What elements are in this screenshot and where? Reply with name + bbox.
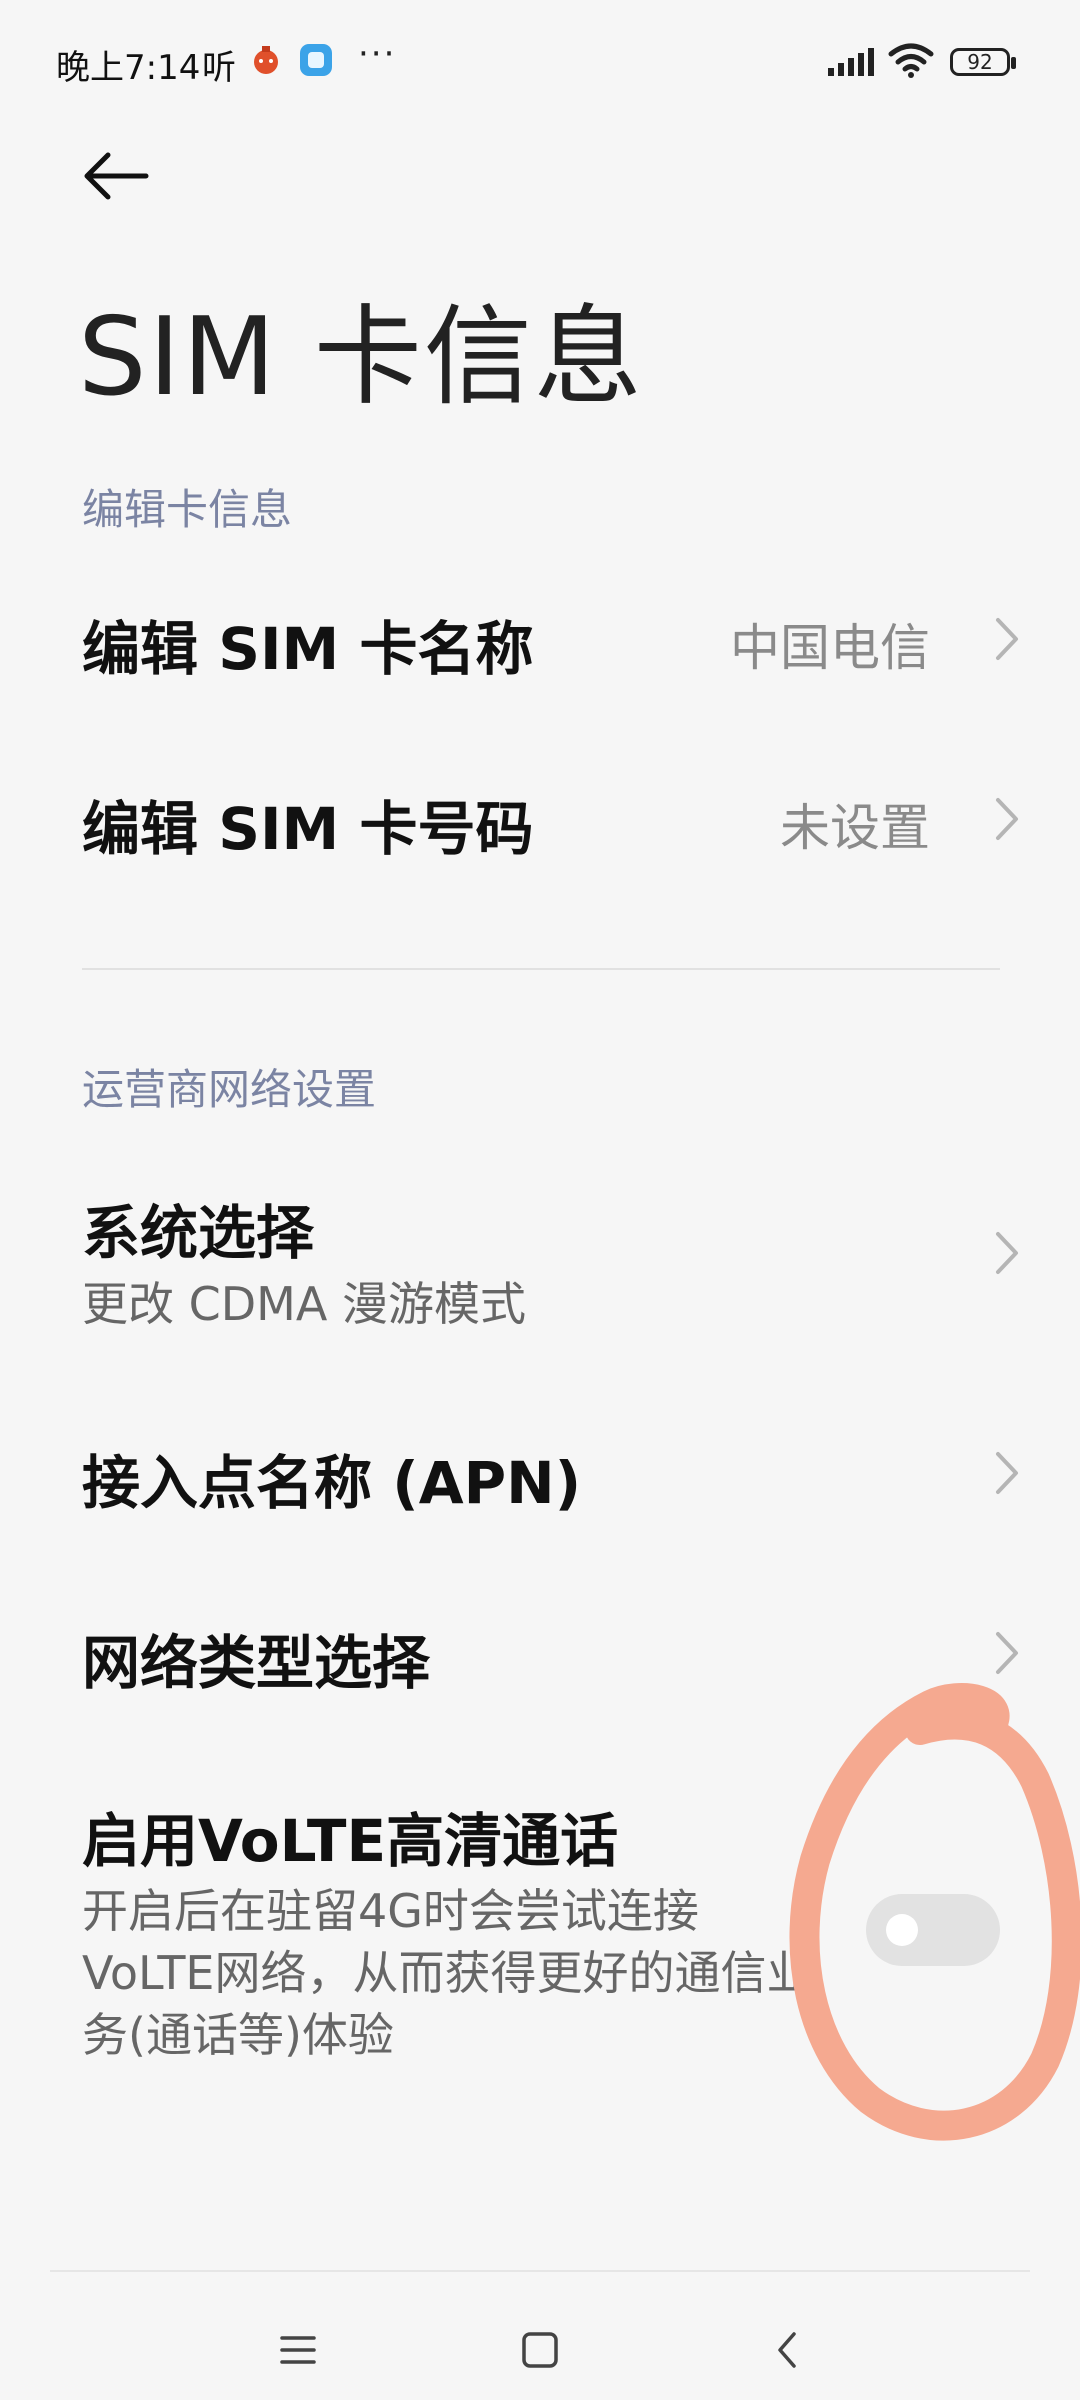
bomb-app-icon xyxy=(254,46,278,74)
network-type-row[interactable]: 网络类型选择 xyxy=(0,1590,1080,1720)
speed-indicator: 听 xyxy=(202,48,236,88)
page-title: SIM 卡信息 xyxy=(78,295,644,420)
chevron-right-icon xyxy=(996,1232,1018,1274)
system-select-row[interactable]: 系统选择 更改 CDMA 漫游模式 xyxy=(0,1170,1080,1340)
system-select-subtitle: 更改 CDMA 漫游模式 xyxy=(82,1277,526,1331)
sim-name-value: 中国电信 xyxy=(730,619,930,677)
wifi-icon xyxy=(888,43,934,78)
battery-level: 92 xyxy=(967,50,993,74)
status-time: 晚上7:14 xyxy=(56,48,201,88)
sim-number-value: 未设置 xyxy=(780,799,930,857)
network-type-label: 网络类型选择 xyxy=(82,1629,431,1697)
chevron-right-icon xyxy=(996,1632,1018,1674)
app-square-icon xyxy=(300,44,332,76)
status-bar: 晚上7:14 听 ··· 92 xyxy=(0,0,1080,130)
edit-sim-number-row[interactable]: 编辑 SIM 卡号码 未设置 xyxy=(0,750,1080,890)
apn-row[interactable]: 接入点名称 (APN) xyxy=(0,1410,1080,1540)
edit-sim-name-row[interactable]: 编辑 SIM 卡名称 中国电信 xyxy=(0,570,1080,710)
chevron-right-icon xyxy=(996,798,1018,840)
nav-divider xyxy=(50,2270,1030,2272)
toggle-knob xyxy=(886,1914,918,1946)
volte-label: 启用VoLTE高清通话 xyxy=(82,1807,619,1875)
system-select-label: 系统选择 xyxy=(82,1199,315,1267)
volte-description: 开启后在驻留4G时会尝试连接VoLTE网络，从而获得更好的通信业务(通话等)体验 xyxy=(82,1884,813,2062)
volte-toggle[interactable] xyxy=(866,1894,1000,1966)
menu-icon[interactable] xyxy=(276,2328,320,2372)
chevron-right-icon xyxy=(996,1452,1018,1494)
section-header-edit-card: 编辑卡信息 xyxy=(82,485,293,534)
back-arrow-icon[interactable] xyxy=(76,146,156,206)
edit-sim-name-label: 编辑 SIM 卡名称 xyxy=(82,615,534,683)
apn-label: 接入点名称 (APN) xyxy=(82,1449,582,1517)
section-divider xyxy=(82,968,1000,970)
signal-icon xyxy=(828,48,874,76)
battery-icon: 92 xyxy=(950,48,1016,76)
back-icon[interactable] xyxy=(766,2328,810,2372)
edit-sim-number-label: 编辑 SIM 卡号码 xyxy=(82,795,534,863)
chevron-right-icon xyxy=(996,618,1018,660)
navigation-bar xyxy=(0,2270,1080,2400)
home-icon[interactable] xyxy=(518,2328,562,2372)
section-header-network: 运营商网络设置 xyxy=(82,1065,377,1114)
more-notifications-icon: ··· xyxy=(358,34,397,74)
